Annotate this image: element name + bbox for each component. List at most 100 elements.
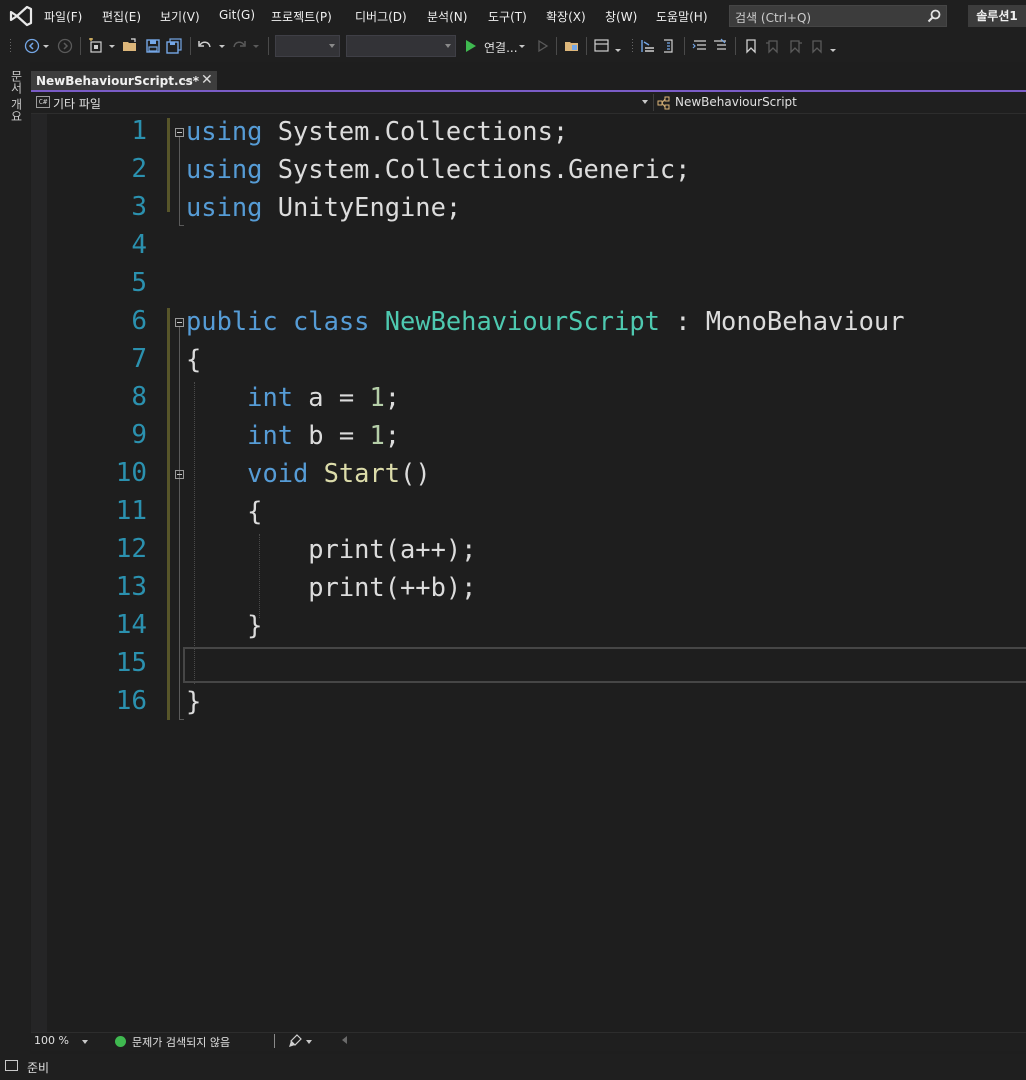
solution-name-badge[interactable]: 솔루션1 [968,5,1026,27]
open-folder-icon[interactable] [122,38,138,54]
selection-margin[interactable] [31,114,47,1032]
comment-lines-icon[interactable] [692,38,708,54]
code-editor[interactable]: 1 2 3 4 5 6 7 8 9 10 11 12 13 14 15 16 using System.Col… [31,114,1026,1032]
code-line[interactable]: { [186,492,262,530]
code-line[interactable]: void Start() [186,454,430,492]
back-dropdown-icon[interactable] [42,38,50,54]
code-line[interactable]: public class NewBehaviourScript : MonoBe… [186,302,905,340]
menu-edit[interactable]: 편집(E) [102,8,141,25]
step-into-icon[interactable] [640,38,656,54]
start-without-debugging-icon[interactable] [535,38,551,54]
toolbar-grip-icon [632,39,633,52]
menu-help[interactable]: 도움말(H) [656,8,708,25]
code-token: 1 [369,420,385,450]
status-divider [274,1034,275,1048]
menu-file[interactable]: 파일(F) [44,8,82,25]
collapse-using-icon[interactable] [175,128,184,137]
code-line[interactable]: { [186,340,201,378]
line-number: 2 [131,154,147,184]
code-line[interactable]: int a = 1; [186,378,400,416]
code-line[interactable]: print(++b); [186,568,476,606]
step-over-icon[interactable] [661,38,677,54]
clear-bookmarks-icon [812,40,822,54]
attach-button-label[interactable]: 연결... [484,39,518,56]
fold-line [179,327,180,719]
undo-dropdown-icon[interactable] [218,38,226,54]
menu-git[interactable]: Git(G) [219,8,255,22]
start-debugging-icon[interactable] [463,38,479,54]
class-member-dropdown[interactable]: NewBehaviourScript [675,95,797,109]
toolbar: 연결... [0,31,1026,62]
menu-analyze[interactable]: 분석(N) [427,8,467,25]
visual-studio-logo-icon[interactable] [8,4,34,28]
code-token: a = [293,382,370,412]
code-token: using [186,154,263,184]
zoom-level[interactable]: 100 % [34,1034,69,1047]
menu-window[interactable]: 창(W) [605,8,637,25]
code-line[interactable]: int b = 1; [186,416,400,454]
code-token: using [186,192,263,222]
fold-line-end [179,225,184,226]
bookmark-icon[interactable] [743,38,759,54]
code-token: : MonoBehaviour [659,306,905,336]
redo-icon[interactable] [231,38,247,54]
scroll-left-icon[interactable] [342,1036,347,1044]
issues-status[interactable]: 문제가 검색되지 않음 [132,1034,230,1050]
collapse-method-icon[interactable] [175,470,184,479]
output-window-icon[interactable] [5,1060,18,1071]
code-cleanup-brush-icon[interactable] [288,1034,302,1048]
close-tab-icon[interactable]: ✕ [201,72,213,88]
pin-tab-icon[interactable]: ⊸ [183,74,192,87]
menu-extensions[interactable]: 확장(X) [546,8,586,25]
solution-platform-dropdown[interactable] [346,35,456,57]
code-line[interactable]: using System.Collections.Generic; [186,150,690,188]
navigate-forward-icon[interactable] [57,38,73,54]
search-placeholder: 검색 (Ctrl+Q) [735,11,812,25]
navigate-back-icon[interactable] [24,38,40,54]
code-token: ; [384,420,401,450]
solution-explorer-folder-icon[interactable] [564,38,580,54]
code-token: 1 [369,382,385,412]
code-token: int [247,420,294,450]
code-line[interactable]: using UnityEngine; [186,188,461,226]
code-token: int [247,382,294,412]
menu-tools[interactable]: 도구(T) [488,8,527,25]
menu-project[interactable]: 프로젝트(P) [271,8,332,25]
save-all-icon[interactable] [166,38,182,54]
code-line[interactable]: } [186,682,201,720]
attach-dropdown-icon[interactable] [518,38,526,54]
scope-chevron-down-icon[interactable] [642,100,648,104]
undo-icon[interactable] [197,38,213,54]
side-tool-rail: 문서 개요 [0,62,30,1054]
code-line[interactable]: print(a++); [186,530,476,568]
layout-dropdown-icon[interactable] [614,38,622,54]
code-token: b = [293,420,370,450]
line-number: 3 [131,192,147,222]
collapse-class-icon[interactable] [175,318,184,327]
project-scope-dropdown[interactable]: 기타 파일 [53,95,101,112]
document-outline-tab[interactable]: 문서 개요 [8,70,25,122]
cleanup-chevron-down-icon[interactable] [306,1040,312,1044]
menu-view[interactable]: 보기(V) [160,8,200,25]
search-input[interactable]: 검색 (Ctrl+Q) [729,5,947,27]
class-icon [657,96,670,110]
save-icon[interactable] [145,38,161,54]
bookmark-dropdown-icon[interactable] [829,38,837,54]
new-project-dropdown-icon[interactable] [108,38,116,54]
new-project-icon[interactable] [88,38,104,54]
line-number: 11 [115,496,147,526]
line-number: 15 [115,648,147,678]
zoom-chevron-down-icon[interactable] [82,1040,88,1044]
code-token: using [186,116,263,146]
code-line[interactable]: } [186,606,262,644]
code-line[interactable]: using System.Collections; [186,112,568,150]
menu-debug[interactable]: 디버그(D) [355,8,407,25]
uncomment-lines-icon[interactable] [712,38,728,54]
tab-newbehaviourscript[interactable]: NewBehaviourScript.cs* ⊸ ✕ [31,71,217,91]
solution-configuration-dropdown[interactable] [275,35,340,57]
code-token: } [186,686,202,716]
layout-icon[interactable] [594,38,610,54]
code-token: print(++b); [186,572,477,602]
